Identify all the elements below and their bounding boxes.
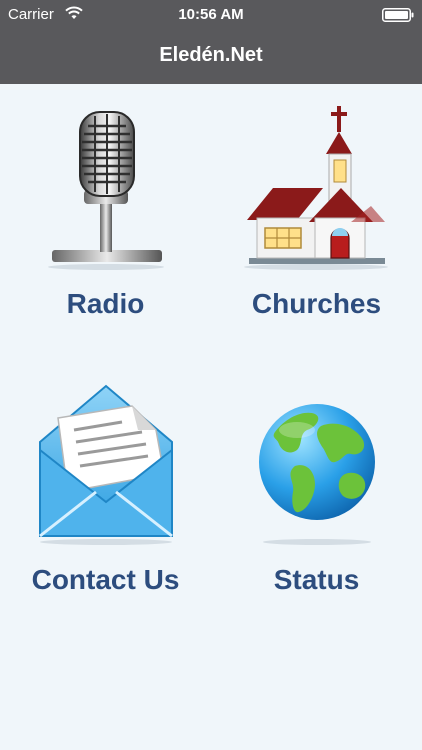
envelope-icon (39, 384, 173, 545)
status-time: 10:56 AM (178, 6, 244, 23)
radio-label: Radio (66, 288, 145, 319)
radio-tile[interactable]: Radio (0, 92, 211, 367)
status-tile[interactable]: Status (211, 370, 422, 645)
top-bar: Carrier 10:56 AM Eledén.Net (0, 0, 422, 84)
microphone-icon (48, 111, 164, 270)
globe-icon (259, 404, 375, 545)
church-icon (244, 106, 388, 270)
contact-us-label: Contact Us (31, 564, 180, 595)
status-bar: Carrier 10:56 AM (0, 0, 422, 28)
churches-tile[interactable]: Churches (211, 92, 422, 367)
contact-us-tile[interactable]: Contact Us (0, 370, 211, 645)
nav-title: Eledén.Net (159, 44, 263, 66)
battery-icon (382, 8, 414, 22)
churches-label: Churches (251, 288, 382, 319)
status-label: Status (273, 564, 360, 595)
